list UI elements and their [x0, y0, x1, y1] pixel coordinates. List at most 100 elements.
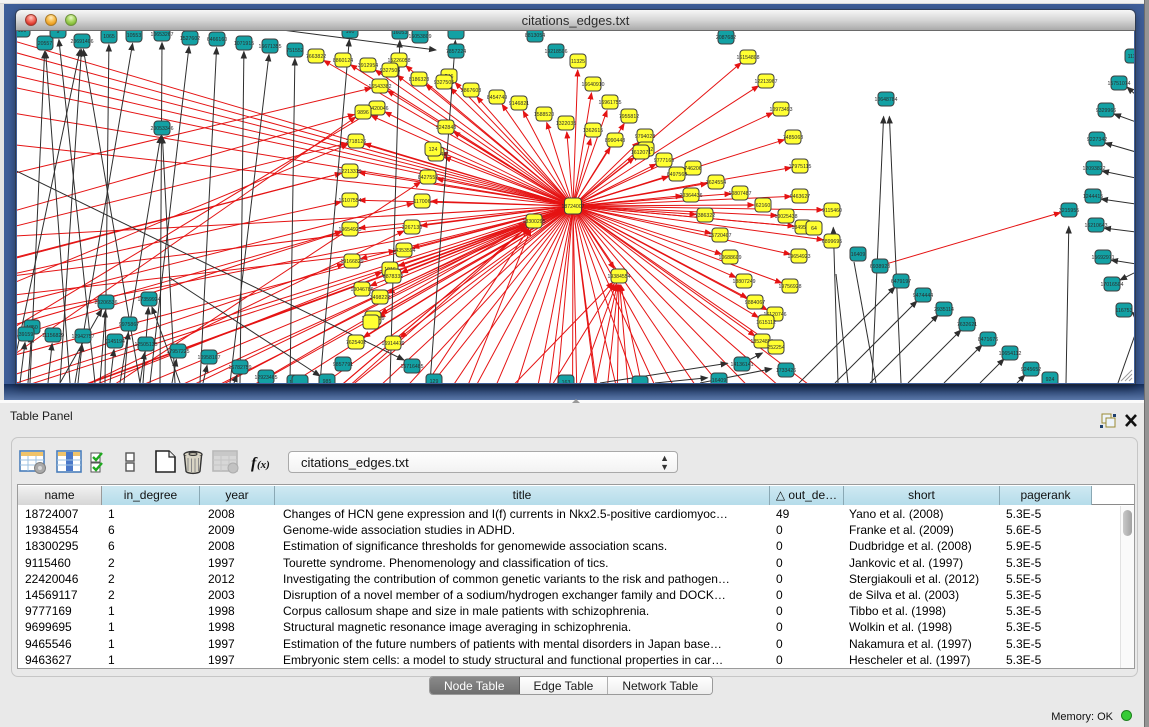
svg-text:10807487: 10807487: [728, 191, 751, 197]
svg-text:1362615: 1362615: [583, 128, 603, 134]
svg-text:9: 9: [57, 31, 60, 35]
svg-text:9245652: 9245652: [1021, 367, 1041, 373]
svg-text:10688609: 10688609: [718, 255, 741, 261]
svg-text:6466160: 6466160: [207, 37, 227, 43]
svg-text:15751074: 15751074: [1107, 81, 1130, 87]
svg-text:10654112: 10654112: [999, 351, 1022, 357]
svg-text:12213967: 12213967: [754, 79, 777, 85]
svg-text:129: 129: [430, 379, 439, 383]
svg-text:16640910: 16640910: [581, 82, 604, 88]
svg-text:12093822: 12093822: [1082, 166, 1105, 172]
svg-text:1112: 1112: [1128, 54, 1134, 60]
svg-text:15692971: 15692971: [1091, 255, 1114, 261]
svg-text:9896: 9896: [357, 110, 369, 116]
svg-text:7663822: 7663822: [306, 54, 326, 60]
svg-text:160: 160: [346, 31, 355, 35]
svg-text:16782759: 16782759: [228, 365, 251, 371]
svg-text:1244415: 1244415: [1083, 194, 1103, 200]
svg-text:9884067: 9884067: [745, 300, 765, 306]
svg-text:11325: 11325: [571, 59, 585, 65]
svg-text:19756928: 19756928: [778, 284, 801, 290]
svg-text:17016504: 17016504: [1100, 282, 1123, 288]
svg-text:2718126: 2718126: [346, 139, 366, 145]
svg-text:8860124: 8860124: [333, 58, 353, 64]
svg-text:8454749: 8454749: [487, 95, 507, 101]
svg-text:10046786: 10046786: [350, 287, 373, 293]
svg-text:2935114: 2935114: [934, 307, 954, 313]
svg-text:16154808: 16154808: [736, 55, 759, 61]
svg-text:17957225: 17957225: [166, 349, 189, 355]
svg-text:8427552: 8427552: [418, 175, 438, 181]
svg-text:1527602: 1527602: [180, 36, 200, 42]
svg-text:18300295: 18300295: [522, 219, 545, 225]
svg-text:9474444: 9474444: [913, 293, 933, 299]
svg-text:1733426: 1733426: [776, 368, 796, 374]
svg-text:9857791: 9857791: [333, 362, 353, 368]
svg-text:16053809: 16053809: [408, 34, 431, 40]
svg-text:6497568: 6497568: [667, 172, 687, 178]
svg-text:1071915: 1071915: [234, 41, 254, 47]
svg-text:9327505: 9327505: [434, 80, 454, 86]
svg-text:20364436: 20364436: [679, 193, 702, 199]
svg-text:9242848: 9242848: [436, 125, 456, 131]
svg-text:16409: 16409: [851, 252, 866, 258]
svg-text:10648784: 10648784: [874, 97, 897, 103]
svg-text:12923465: 12923465: [254, 375, 277, 381]
svg-text:6899695: 6899695: [822, 239, 842, 245]
svg-text:16961755: 16961755: [598, 100, 621, 106]
svg-text:10958107: 10958107: [197, 355, 220, 361]
svg-text:10553: 10553: [127, 33, 142, 39]
svg-text:11156829: 11156829: [42, 333, 64, 339]
svg-text:1612071: 1612071: [631, 150, 651, 156]
svg-text:17975115: 17975115: [789, 164, 812, 170]
svg-text:7386322: 7386322: [695, 213, 715, 219]
svg-text:10973493: 10973493: [769, 107, 792, 113]
svg-text:19654925: 19654925: [338, 227, 361, 233]
svg-text:2087682: 2087682: [716, 35, 736, 41]
svg-text:9975867: 9975867: [119, 322, 139, 328]
svg-text:14353594: 14353594: [392, 248, 415, 254]
svg-text:8813054: 8813054: [525, 33, 545, 39]
svg-text:8990448: 8990448: [605, 138, 625, 144]
svg-text:9227342: 9227342: [1087, 137, 1107, 143]
svg-text:9777169: 9777169: [654, 158, 674, 164]
svg-text:20557: 20557: [38, 41, 53, 47]
svg-text:19218506: 19218506: [544, 49, 567, 55]
svg-text:17359924: 17359924: [137, 297, 160, 303]
svg-text:1588520: 1588520: [534, 112, 554, 118]
svg-text:15720407: 15720407: [708, 233, 731, 239]
svg-text:19654923: 19654923: [787, 254, 810, 260]
svg-text:7632621: 7632621: [957, 322, 977, 328]
svg-text:924: 924: [1046, 377, 1055, 383]
svg-text:7857224: 7857224: [446, 49, 466, 55]
svg-text:19384554: 19384554: [607, 274, 630, 280]
svg-text:9463627: 9463627: [790, 194, 810, 200]
svg-text:16543382: 16543382: [368, 84, 391, 90]
svg-text:12505135: 12505135: [134, 342, 157, 348]
svg-text:7955812: 7955812: [619, 114, 639, 120]
svg-text:124: 124: [429, 147, 438, 153]
svg-text:20691406: 20691406: [70, 39, 93, 45]
svg-text:62160: 62160: [756, 203, 771, 209]
svg-text:3498222: 3498222: [370, 295, 390, 301]
svg-text:9794028: 9794028: [635, 134, 655, 140]
svg-text:6479197: 6479197: [891, 279, 911, 285]
svg-text:9146821: 9146821: [509, 101, 529, 107]
svg-text:3215955: 3215955: [1059, 208, 1079, 214]
svg-text:1145194: 1145194: [105, 339, 125, 345]
svg-text:7625402: 7625402: [346, 340, 366, 346]
svg-text:1615112: 1615112: [756, 320, 776, 326]
svg-text:117006: 117006: [414, 199, 431, 205]
svg-text:39159: 39159: [19, 332, 34, 338]
svg-text:751552: 751552: [286, 48, 303, 54]
svg-text:64: 64: [811, 226, 817, 232]
svg-text:8471676: 8471676: [978, 337, 998, 343]
svg-text:3267130: 3267130: [402, 225, 422, 231]
svg-text:9115460: 9115460: [822, 208, 842, 214]
svg-text:16210643: 16210643: [1084, 223, 1107, 229]
svg-text:252254: 252254: [767, 345, 784, 351]
svg-text:3624554: 3624554: [706, 180, 726, 186]
svg-text:985: 985: [323, 379, 332, 383]
svg-text:6938923: 6938923: [870, 264, 890, 270]
svg-text:20053346: 20053346: [150, 126, 173, 132]
